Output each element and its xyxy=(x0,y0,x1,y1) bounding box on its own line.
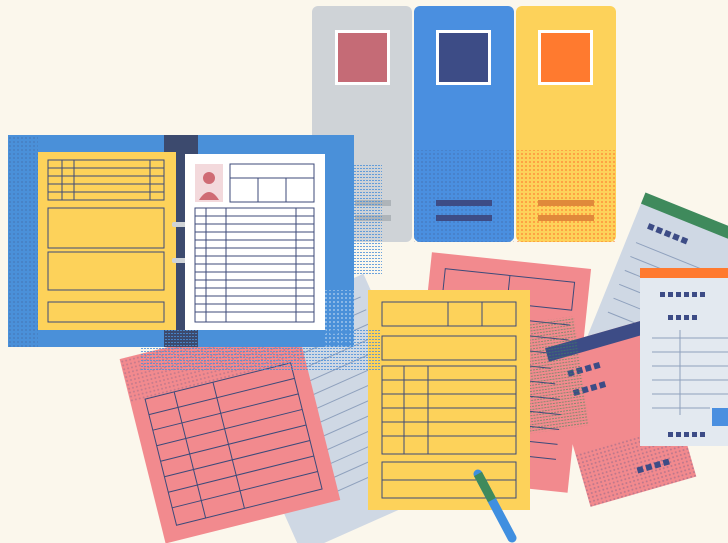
form-yellow xyxy=(368,290,530,510)
binder-page-left xyxy=(38,152,176,330)
folder-blue xyxy=(414,6,514,242)
binder-page-right xyxy=(185,154,325,330)
paperwork-illustration xyxy=(0,0,728,543)
open-binder xyxy=(8,135,382,370)
folder-yellow xyxy=(516,6,616,242)
ticket-orange xyxy=(640,268,728,446)
